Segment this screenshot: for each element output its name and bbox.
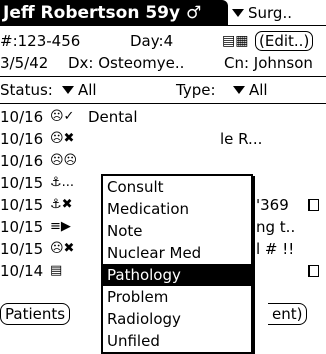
menu-item-nuclear-med[interactable]: Nuclear Med	[103, 242, 251, 264]
item-status-icons: ⚓...	[50, 175, 75, 190]
item-status-icons: ☹☹	[50, 153, 78, 168]
item-status-icons: ▤	[50, 263, 63, 278]
note-icon[interactable]: ▤	[222, 33, 235, 49]
filter-divider	[0, 103, 326, 104]
list-item[interactable]: 10/16 ☹✓ Dental	[0, 106, 326, 128]
item-status-icons: ☹✓	[50, 109, 75, 124]
type-filter[interactable]: All	[233, 79, 268, 101]
info-row-2: 3/5/42 Dx: Osteomye.. Cn: Johnson	[0, 52, 326, 74]
status-label: Status:	[0, 81, 53, 99]
type-popup-menu[interactable]: Consult Medication Note Nuclear Med Path…	[101, 174, 253, 354]
menu-item-unfiled[interactable]: Unfiled	[103, 330, 251, 352]
patients-button[interactable]: Patients	[0, 303, 71, 325]
item-status-icons: ☹✖	[50, 241, 75, 256]
patient-mrn: #:123-456	[0, 32, 81, 50]
item-date: 10/15	[0, 218, 44, 236]
info-divider	[0, 76, 326, 77]
new-item-button-label: ent)	[272, 305, 303, 323]
form-selector-label: Surg..	[248, 4, 292, 22]
item-status-icons: ⚓✖	[50, 197, 73, 212]
title-bar: Jeff Robertson 59y ♂ Surg..	[0, 0, 326, 26]
dropdown-triangle-icon	[233, 85, 245, 94]
item-status-icons: ☹✖	[50, 131, 75, 146]
type-label: Type:	[176, 81, 216, 99]
menu-item-note[interactable]: Note	[103, 220, 251, 242]
type-filter-value: All	[249, 81, 268, 99]
list-item[interactable]: 10/16 ☹✖ le R...	[0, 128, 326, 150]
hospital-day: Day:4	[130, 32, 174, 50]
item-text: le R...	[220, 130, 263, 148]
list-item[interactable]: 10/16 ☹☹	[0, 150, 326, 172]
form-selector[interactable]: Surg..	[232, 0, 292, 26]
item-text: Dental	[88, 108, 138, 126]
status-filter[interactable]: All	[62, 79, 97, 101]
consultant[interactable]: Cn: Johnson	[224, 52, 313, 74]
item-text: ng t..	[256, 218, 296, 236]
menu-item-pathology[interactable]: Pathology	[103, 264, 251, 286]
list-icon[interactable]: ▦	[235, 33, 248, 49]
status-filter-value: All	[78, 81, 97, 99]
menu-item-medication[interactable]: Medication	[103, 198, 251, 220]
item-date: 10/15	[0, 174, 44, 192]
item-date: 10/16	[0, 130, 44, 148]
item-date: 10/16	[0, 152, 44, 170]
dropdown-triangle-icon	[62, 85, 74, 94]
item-status-icons: ≡▶	[50, 219, 71, 234]
record-icons[interactable]: ▤▦	[222, 30, 248, 52]
edit-button-label: Edit..	[264, 32, 304, 50]
patient-title[interactable]: Jeff Robertson 59y ♂	[0, 0, 228, 26]
edit-button[interactable]: (Edit..)	[255, 30, 314, 52]
new-item-button[interactable]: ent)	[268, 303, 308, 325]
dropdown-triangle-icon	[232, 8, 244, 17]
attachment-icon[interactable]	[308, 199, 319, 211]
menu-item-consult[interactable]: Consult	[103, 176, 251, 198]
filter-row: Status: All Type: All	[0, 79, 326, 101]
item-date: 10/14	[0, 262, 44, 280]
item-text: '369	[256, 196, 289, 214]
item-date: 10/15	[0, 196, 44, 214]
menu-item-problem[interactable]: Problem	[103, 286, 251, 308]
patients-button-label: Patients	[5, 305, 66, 323]
info-row-1: #:123-456 Day:4 ▤▦ (Edit..)	[0, 30, 326, 52]
attachment-icon[interactable]	[308, 265, 319, 277]
admit-date: 3/5/42	[0, 54, 49, 72]
header-divider	[0, 25, 326, 26]
item-text: l # !!	[256, 240, 295, 258]
diagnosis[interactable]: Dx: Osteomye..	[68, 52, 184, 74]
item-date: 10/15	[0, 240, 44, 258]
menu-item-radiology[interactable]: Radiology	[103, 308, 251, 330]
item-date: 10/16	[0, 108, 44, 126]
